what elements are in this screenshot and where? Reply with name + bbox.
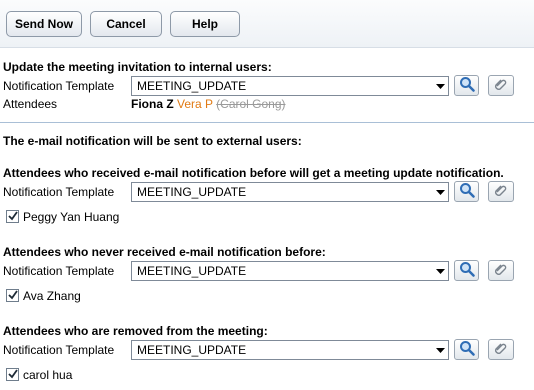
- paperclip-icon: [494, 262, 508, 279]
- attendee-list: Fiona Z Vera P (Carol Gong): [131, 97, 286, 111]
- attendee-existing: Fiona Z: [131, 97, 174, 111]
- search-button-removed[interactable]: [454, 339, 479, 360]
- attach-button-removed[interactable]: [488, 339, 514, 360]
- group-heading-new: Attendees who never received e-mail noti…: [3, 245, 326, 259]
- checkbox-ava[interactable]: [6, 289, 19, 302]
- template-label-removed: Notification Template: [3, 343, 115, 357]
- magnifier-icon: [459, 340, 475, 359]
- attach-button-new[interactable]: [488, 260, 514, 281]
- template-select-removed[interactable]: MEETING_UPDATE: [131, 340, 449, 360]
- template-value: MEETING_UPDATE: [137, 264, 247, 278]
- template-value: MEETING_UPDATE: [137, 185, 247, 199]
- template-select-updated[interactable]: MEETING_UPDATE: [131, 182, 449, 202]
- attach-button-updated[interactable]: [488, 181, 514, 202]
- attach-button-internal[interactable]: [488, 75, 514, 96]
- template-label-updated: Notification Template: [3, 185, 115, 199]
- send-now-button[interactable]: Send Now: [6, 11, 82, 37]
- cancel-button[interactable]: Cancel: [90, 11, 162, 37]
- internal-heading: Update the meeting invitation to interna…: [3, 60, 272, 74]
- template-select-internal[interactable]: MEETING_UPDATE: [131, 76, 449, 96]
- section-divider: [0, 122, 534, 123]
- checkmark-icon: [7, 368, 18, 382]
- checkmark-icon: [7, 289, 18, 303]
- attendees-label: Attendees: [3, 97, 58, 111]
- attendee-removed: (Carol Gong): [216, 97, 286, 111]
- external-heading: The e-mail notification will be sent to …: [3, 134, 302, 148]
- template-value: MEETING_UPDATE: [137, 343, 247, 357]
- template-select-new[interactable]: MEETING_UPDATE: [131, 261, 449, 281]
- chevron-down-icon: [432, 77, 448, 95]
- toolbar: Send Now Cancel Help: [0, 0, 534, 48]
- attendee-name-peggy: Peggy Yan Huang: [23, 210, 120, 224]
- magnifier-icon: [459, 76, 475, 95]
- paperclip-icon: [494, 183, 508, 200]
- attendee-name-carol: carol hua: [23, 368, 73, 382]
- magnifier-icon: [459, 182, 475, 201]
- checkbox-peggy[interactable]: [6, 210, 19, 223]
- template-label-new: Notification Template: [3, 264, 115, 278]
- template-value: MEETING_UPDATE: [137, 79, 247, 93]
- group-heading-removed: Attendees who are removed from the meeti…: [3, 324, 268, 338]
- chevron-down-icon: [432, 341, 448, 359]
- help-button[interactable]: Help: [170, 11, 240, 37]
- chevron-down-icon: [432, 183, 448, 201]
- search-button-new[interactable]: [454, 260, 479, 281]
- search-button-updated[interactable]: [454, 181, 479, 202]
- group-heading-updated: Attendees who received e-mail notificati…: [3, 166, 504, 180]
- search-button-internal[interactable]: [454, 75, 479, 96]
- checkbox-carol[interactable]: [6, 368, 19, 381]
- paperclip-icon: [494, 77, 508, 94]
- attendee-name-ava: Ava Zhang: [23, 289, 81, 303]
- chevron-down-icon: [432, 262, 448, 280]
- checkmark-icon: [7, 210, 18, 224]
- attendee-added: Vera P: [177, 97, 213, 111]
- magnifier-icon: [459, 261, 475, 280]
- paperclip-icon: [494, 341, 508, 358]
- template-label-internal: Notification Template: [3, 79, 115, 93]
